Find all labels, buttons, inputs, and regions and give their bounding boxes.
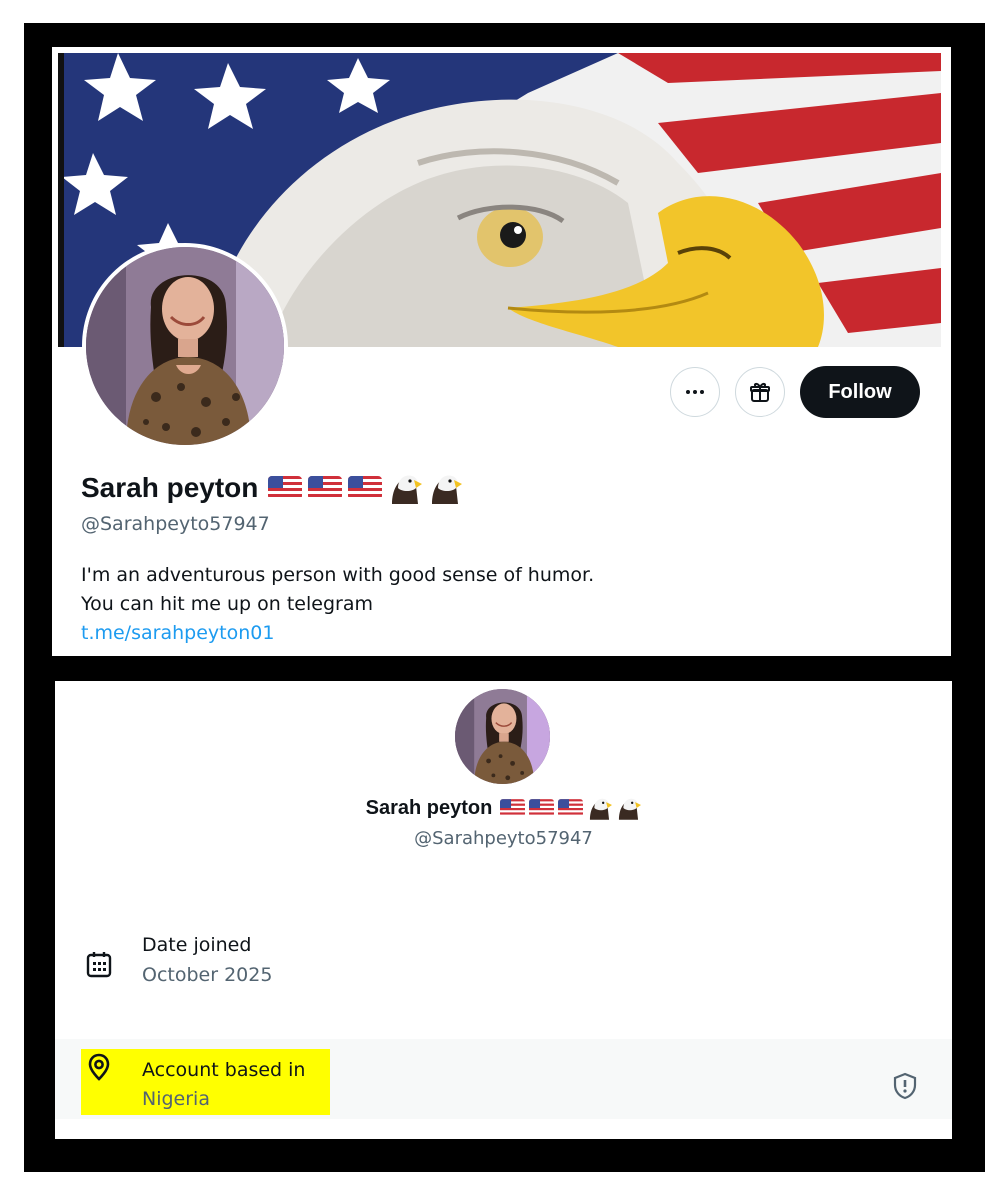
date-joined-label: Date joined xyxy=(142,934,252,956)
profile-bio: I'm an adventurous person with good sens… xyxy=(81,561,594,648)
location-pin-icon xyxy=(83,1051,115,1083)
bio-line-1: I'm an adventurous person with good sens… xyxy=(81,564,595,586)
account-based-in-label: Account based in xyxy=(142,1059,306,1081)
us-flag-icon xyxy=(348,476,383,500)
more-options-button[interactable] xyxy=(670,367,720,417)
account-based-in-row: Account based in Nigeria xyxy=(55,1039,952,1119)
us-flag-icon xyxy=(500,799,526,817)
about-display-name: Sarah peyton xyxy=(365,796,493,819)
bio-link[interactable]: t.me/sarahpeyton01 xyxy=(81,619,594,648)
profile-display-name: Sarah peyton xyxy=(81,472,259,503)
profile-header-panel: Follow Sarah peyton @Sarahpeyto57947 I'm… xyxy=(52,47,951,656)
more-dots-icon xyxy=(686,390,704,394)
date-joined-row: Date joined October 2025 xyxy=(55,933,952,1013)
us-flag-icon xyxy=(558,799,584,817)
follow-button[interactable]: Follow xyxy=(800,366,920,418)
about-name-row: Sarah peyton xyxy=(55,796,952,820)
us-flag-icon xyxy=(268,476,303,500)
about-account-panel: Sarah peyton @Sarahpeyto57947 Date joine… xyxy=(55,681,952,1139)
bio-line-2: You can hit me up on telegram xyxy=(81,593,373,615)
eagle-icon xyxy=(388,472,423,504)
avatar-photo-small xyxy=(455,689,550,784)
avatar-photo xyxy=(86,247,284,445)
account-based-in-value: Nigeria xyxy=(142,1088,210,1110)
eagle-icon xyxy=(587,796,613,820)
about-avatar xyxy=(455,689,550,784)
about-handle: @Sarahpeyto57947 xyxy=(414,828,593,849)
profile-handle: @Sarahpeyto57947 xyxy=(81,513,270,535)
date-joined-value: October 2025 xyxy=(142,964,273,986)
eagle-icon xyxy=(616,796,642,820)
gift-button[interactable] xyxy=(735,367,785,417)
gift-icon xyxy=(750,383,770,402)
eagle-icon xyxy=(428,472,463,504)
shield-alert-icon[interactable] xyxy=(892,1072,918,1100)
us-flag-icon xyxy=(308,476,343,500)
profile-name-row: Sarah peyton xyxy=(81,472,463,504)
us-flag-icon xyxy=(529,799,555,817)
calendar-icon xyxy=(83,948,115,980)
profile-avatar[interactable] xyxy=(82,243,288,449)
